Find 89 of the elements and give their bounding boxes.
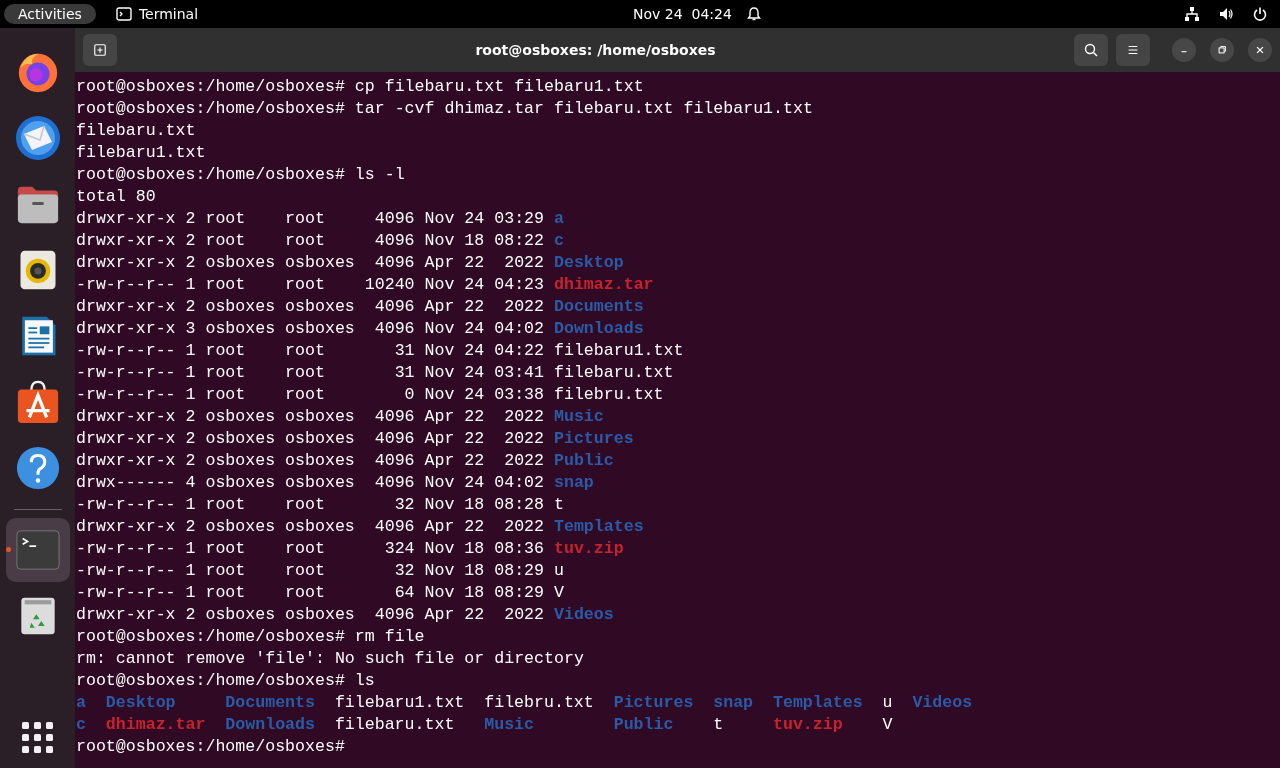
file-details: -rw-r--r-- 1 root root 10240 Nov 24 04:23	[76, 275, 545, 294]
power-icon[interactable]	[1252, 6, 1268, 22]
file-name: V	[882, 715, 893, 734]
terminal-line: root@osboxes:/home/osboxes# cp filebaru.txt filebaru1.txt	[76, 77, 644, 96]
file-details: drwxr-xr-x 2 osboxes osboxes 4096 Apr 22 2022	[76, 297, 545, 316]
file-name: u	[554, 561, 564, 580]
terminal-line: root@osboxes:/home/osboxes# ls -l	[76, 165, 405, 184]
file-name: t	[554, 495, 564, 514]
close-icon	[1255, 45, 1265, 55]
network-icon[interactable]	[1184, 6, 1200, 22]
terminal-icon	[115, 7, 132, 21]
search-icon	[1083, 42, 1099, 58]
file-details: -rw-r--r-- 1 root root 31 Nov 24 03:41	[76, 363, 545, 382]
directory-name: Public	[613, 715, 674, 734]
new-tab-button[interactable]	[83, 34, 117, 66]
file-details: -rw-r--r-- 1 root root 64 Nov 18 08:29	[76, 583, 545, 602]
directory-name: Desktop	[105, 693, 176, 712]
file-details: drwxr-xr-x 3 osboxes osboxes 4096 Nov 24 04:02	[76, 319, 545, 338]
terminal-line: root@osboxes:/home/osboxes# tar -cvf dhimaz.tar filebaru.txt filebaru1.txt	[76, 99, 813, 118]
file-details: drwxr-xr-x 2 osboxes osboxes 4096 Apr 22 2022	[76, 451, 545, 470]
directory-name: Documents	[554, 297, 644, 316]
directory-name: Templates	[773, 693, 863, 712]
volume-icon[interactable]	[1218, 6, 1234, 22]
directory-name: snap	[554, 473, 594, 492]
bell-icon	[745, 6, 762, 22]
terminal-line: rm: cannot remove 'file': No such file or directory	[76, 649, 584, 668]
clock[interactable]: Nov 24 04:24	[633, 6, 732, 22]
directory-name: Desktop	[554, 253, 624, 272]
file-name: filebaru.txt	[554, 363, 674, 382]
file-details: -rw-r--r-- 1 root root 32 Nov 18 08:28	[76, 495, 545, 514]
file-details: drwxr-xr-x 2 osboxes osboxes 4096 Apr 22 2022	[76, 253, 545, 272]
directory-name: Documents	[225, 693, 315, 712]
app-menu-label[interactable]: Terminal	[138, 6, 199, 22]
terminal-line: root@osboxes:/home/osboxes#	[76, 737, 345, 756]
archive-name: tuv.zip	[554, 539, 624, 558]
search-button[interactable]	[1074, 34, 1108, 66]
menu-button[interactable]	[1116, 34, 1150, 66]
directory-name: Downloads	[554, 319, 644, 338]
file-name: V	[554, 583, 564, 602]
directory-name: Downloads	[225, 715, 315, 734]
file-name: t	[713, 715, 724, 734]
directory-name: snap	[713, 693, 754, 712]
archive-name: dhimaz.tar	[554, 275, 654, 294]
file-details: drwxr-xr-x 2 osboxes osboxes 4096 Apr 22 2022	[76, 605, 545, 624]
file-details: drwxr-xr-x 2 osboxes osboxes 4096 Apr 22 2022	[76, 407, 545, 426]
close-button[interactable]	[1248, 38, 1272, 62]
archive-name: dhimaz.tar	[105, 715, 206, 734]
directory-name: a	[76, 693, 86, 712]
directory-name: Pictures	[554, 429, 634, 448]
file-details: -rw-r--r-- 1 root root 32 Nov 18 08:29	[76, 561, 545, 580]
directory-name: Videos	[912, 693, 973, 712]
window-title: root@osboxes: /home/osboxes	[474, 42, 717, 58]
terminal-line: total 80	[76, 187, 156, 206]
terminal-line: filebaru1.txt	[76, 143, 206, 162]
restore-icon	[1217, 45, 1227, 55]
terminal-line: root@osboxes:/home/osboxes# ls	[76, 671, 375, 690]
terminal-line: filebaru.txt	[76, 121, 196, 140]
app-grid-icon[interactable]	[21, 722, 54, 754]
mail-icon[interactable]	[13, 114, 62, 162]
plus-box-icon	[93, 43, 107, 57]
directory-name: Videos	[554, 605, 614, 624]
file-details: drwxr-xr-x 2 osboxes osboxes 4096 Apr 22 2022	[76, 517, 545, 536]
file-details: drwx------ 4 osboxes osboxes 4096 Nov 24 04:02	[76, 473, 545, 492]
menu-icon	[1126, 43, 1140, 57]
file-name: u	[882, 693, 893, 712]
activities-button[interactable]: Activities	[4, 4, 96, 24]
file-details: -rw-r--r-- 1 root root 324 Nov 18 08:36	[76, 539, 545, 558]
file-name: filebru.txt	[484, 693, 594, 712]
file-details: drwxr-xr-x 2 root root 4096 Nov 24 03:29	[76, 209, 545, 228]
directory-name: Music	[554, 407, 604, 426]
terminal-line: root@osboxes:/home/osboxes# rm file	[76, 627, 425, 646]
file-name: filebaru.txt	[334, 715, 455, 734]
archive-name: tuv.zip	[773, 715, 843, 734]
file-name: filebru.txt	[554, 385, 664, 404]
file-details: drwxr-xr-x 2 root root 4096 Nov 18 08:22	[76, 231, 545, 250]
file-name: filebaru1.txt	[334, 693, 465, 712]
directory-name: Pictures	[613, 693, 694, 712]
file-details: -rw-r--r-- 1 root root 31 Nov 24 04:22	[76, 341, 545, 360]
file-name: filebaru1.txt	[554, 341, 684, 360]
directory-name: c	[76, 715, 86, 734]
directory-name: c	[554, 231, 564, 250]
directory-name: Music	[484, 715, 535, 734]
directory-name: Templates	[554, 517, 644, 536]
file-details: drwxr-xr-x 2 osboxes osboxes 4096 Apr 22 2022	[76, 429, 545, 448]
help-icon[interactable]	[14, 445, 61, 491]
directory-name: a	[554, 209, 564, 228]
maximize-button[interactable]	[1210, 38, 1234, 62]
directory-name: Public	[554, 451, 614, 470]
file-details: -rw-r--r-- 1 root root 0 Nov 24 03:38	[76, 385, 545, 404]
